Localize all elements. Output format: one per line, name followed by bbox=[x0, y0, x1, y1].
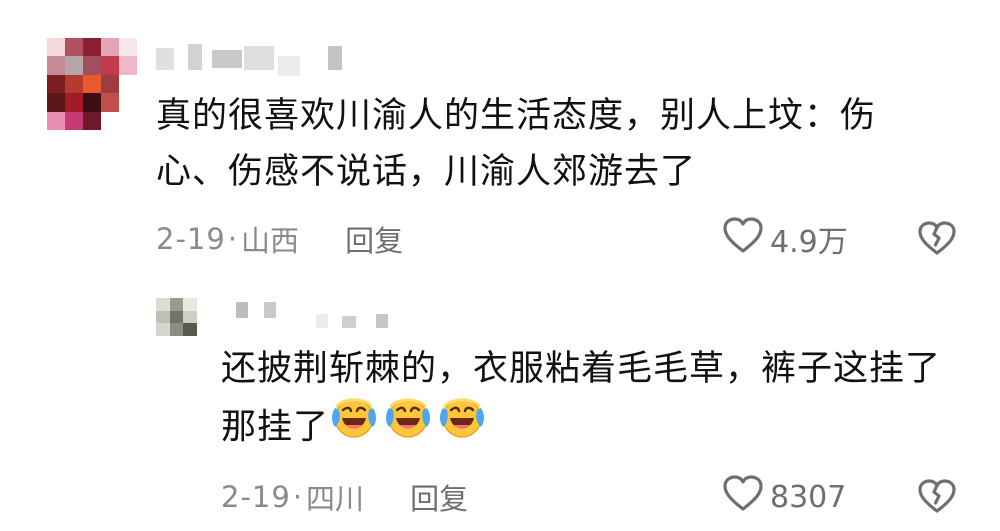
avatar-pixel bbox=[183, 310, 197, 324]
dislike-button[interactable] bbox=[917, 220, 957, 260]
avatar-pixel bbox=[196, 310, 210, 324]
avatar-pixel bbox=[47, 111, 65, 130]
avatar-pixel bbox=[101, 93, 119, 112]
avatar-pixel bbox=[119, 93, 137, 112]
dislike-button[interactable] bbox=[917, 478, 957, 518]
comment-date: 2-19 bbox=[156, 222, 226, 256]
avatar-pixel bbox=[101, 56, 119, 75]
avatar-pixel bbox=[196, 298, 210, 311]
heart-icon[interactable] bbox=[722, 474, 764, 520]
avatar-pixel bbox=[119, 111, 137, 130]
avatar-pixel bbox=[47, 38, 65, 57]
avatar-pixel bbox=[169, 298, 183, 311]
avatar-pixel bbox=[169, 310, 183, 324]
avatar-pixel bbox=[119, 74, 137, 94]
avatar-pixel bbox=[101, 74, 119, 94]
avatar-pixel bbox=[119, 56, 137, 75]
reply-text: 还披荆斩棘的，衣服粘着毛毛草，裤子这挂了那挂了 bbox=[221, 341, 941, 460]
comment-text: 真的很喜欢川渝人的生活态度，别人上坟：伤心、伤感不说话，川渝人郊游去了 bbox=[156, 96, 877, 192]
reply-button[interactable]: 回复 bbox=[345, 218, 403, 260]
emoji-group bbox=[329, 398, 491, 448]
like-button[interactable]: 4.9万 bbox=[722, 216, 848, 262]
avatar-pixel bbox=[183, 323, 197, 336]
avatar-pixel bbox=[83, 38, 101, 57]
avatar-pixel bbox=[47, 93, 65, 112]
avatar-pixel bbox=[47, 56, 65, 75]
meta-separator: · bbox=[227, 222, 238, 256]
reply-button[interactable]: 回复 bbox=[410, 476, 468, 518]
like-count: 8307 bbox=[770, 479, 847, 515]
avatar-pixel bbox=[156, 310, 170, 324]
avatar-pixel bbox=[156, 323, 170, 336]
reply-date: 2-19 bbox=[221, 480, 291, 514]
avatar-pixel bbox=[65, 111, 83, 130]
meta-separator: · bbox=[292, 480, 303, 514]
laughing-crying-emoji bbox=[329, 394, 379, 457]
avatar-pixel bbox=[65, 74, 83, 94]
avatar[interactable] bbox=[156, 298, 210, 336]
like-button[interactable]: 8307 bbox=[722, 474, 846, 520]
avatar-pixel bbox=[156, 298, 170, 311]
comment-location: 山西 bbox=[241, 224, 300, 258]
broken-heart-icon[interactable] bbox=[917, 221, 957, 260]
avatar-pixel bbox=[65, 56, 83, 75]
comment-meta: 2-19 · 山西 回复 bbox=[156, 218, 403, 260]
avatar-pixel bbox=[83, 111, 101, 130]
avatar-pixel bbox=[47, 74, 65, 94]
avatar-pixel bbox=[101, 111, 119, 130]
avatar-pixel bbox=[65, 38, 83, 57]
laughing-crying-emoji bbox=[383, 394, 433, 457]
laughing-crying-emoji bbox=[437, 394, 487, 457]
avatar-pixel bbox=[83, 93, 101, 112]
username-blurred[interactable] bbox=[156, 44, 366, 78]
like-count: 4.9万 bbox=[770, 225, 848, 260]
heart-icon[interactable] bbox=[722, 216, 764, 262]
avatar-pixel bbox=[119, 38, 137, 57]
broken-heart-icon[interactable] bbox=[917, 479, 957, 518]
reply-location: 四川 bbox=[306, 482, 365, 516]
avatar[interactable] bbox=[47, 38, 137, 130]
avatar-pixel bbox=[83, 56, 101, 75]
avatar-pixel bbox=[101, 38, 119, 57]
avatar-pixel bbox=[65, 93, 83, 112]
username-blurred[interactable] bbox=[236, 302, 406, 330]
reply-meta: 2-19 · 四川 回复 bbox=[221, 476, 468, 518]
avatar-pixel bbox=[196, 323, 210, 336]
avatar-pixel bbox=[183, 298, 197, 311]
avatar-pixel bbox=[83, 74, 101, 94]
avatar-pixel bbox=[169, 323, 183, 336]
